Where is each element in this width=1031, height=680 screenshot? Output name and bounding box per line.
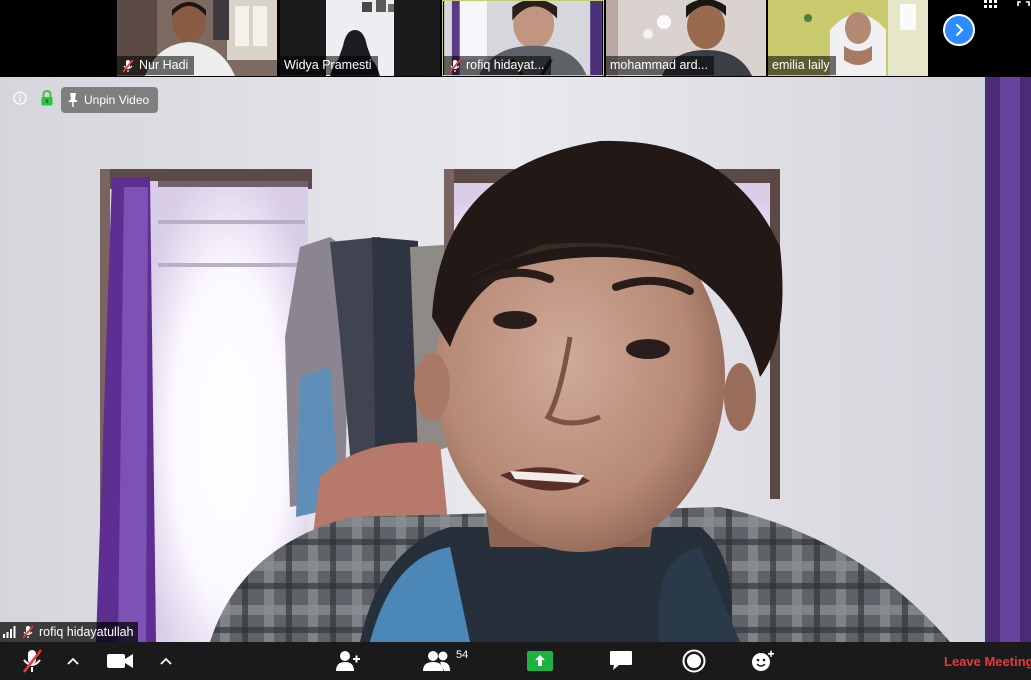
signal-strength-icon (3, 626, 16, 638)
video-camera-icon (107, 654, 133, 668)
participant-name-text: Nur Hadi (139, 58, 189, 72)
fullscreen-icon[interactable] (1016, 0, 1031, 12)
next-page-button[interactable] (943, 14, 975, 46)
participant-name-text: rofiq hidayat... (466, 58, 545, 72)
chat-button[interactable] (607, 642, 635, 680)
emoji-icon (752, 650, 774, 671)
unpin-video-button[interactable]: Unpin Video (61, 87, 159, 113)
participants-button[interactable] (422, 642, 452, 680)
participant-name-5: emilia laily (768, 56, 836, 75)
record-icon (682, 649, 706, 673)
participants-icon (423, 651, 450, 671)
participant-name-2: Widya Pramesti (280, 56, 378, 75)
encryption-lock-icon[interactable] (40, 90, 54, 106)
gallery-view-icon[interactable] (983, 0, 999, 12)
unmute-button[interactable] (18, 642, 46, 680)
chevron-right-icon (956, 24, 964, 36)
participant-name-3: rofiq hidayat... (444, 56, 551, 75)
participant-name-1: Nur Hadi (117, 56, 195, 75)
meeting-toolbar: 54 Leave Meeting (0, 642, 1031, 680)
unpin-video-label: Unpin Video (84, 93, 150, 107)
speaker-video-feed (0, 77, 1031, 642)
participant-name-4: mohammad ard... (606, 56, 714, 75)
active-speaker-label: rofiq hidayatullah (0, 622, 138, 642)
video-options-button[interactable] (157, 642, 175, 680)
share-screen-icon (527, 651, 553, 671)
video-button[interactable] (104, 642, 136, 680)
add-user-icon (336, 651, 360, 671)
muted-mic-icon (22, 625, 34, 639)
participants-count: 54 (456, 649, 469, 661)
pin-icon (68, 93, 78, 107)
muted-mic-icon (449, 58, 461, 73)
chevron-up-icon (67, 657, 79, 665)
info-icon[interactable] (13, 91, 27, 105)
muted-mic-icon (22, 649, 43, 673)
participant-name-text: emilia laily (772, 58, 830, 72)
record-button[interactable] (680, 642, 708, 680)
leave-meeting-button[interactable]: Leave Meeting (944, 654, 1031, 669)
participant-name-text: mohammad ard... (610, 58, 708, 72)
speaker-name: rofiq hidayatullah (39, 625, 134, 639)
reactions-button[interactable] (749, 642, 777, 680)
participant-name-text: Widya Pramesti (284, 58, 372, 72)
share-screen-button[interactable] (526, 642, 554, 680)
main-video: Unpin Video rofiq hidayatullah (0, 77, 1031, 642)
chevron-up-icon (160, 657, 172, 665)
chat-icon (610, 651, 632, 670)
participant-strip: Nur Hadi Widya Pramesti rofiq hidayat...… (0, 0, 1031, 77)
audio-options-button[interactable] (64, 642, 82, 680)
invite-button[interactable] (333, 642, 363, 680)
muted-mic-icon (122, 58, 134, 73)
